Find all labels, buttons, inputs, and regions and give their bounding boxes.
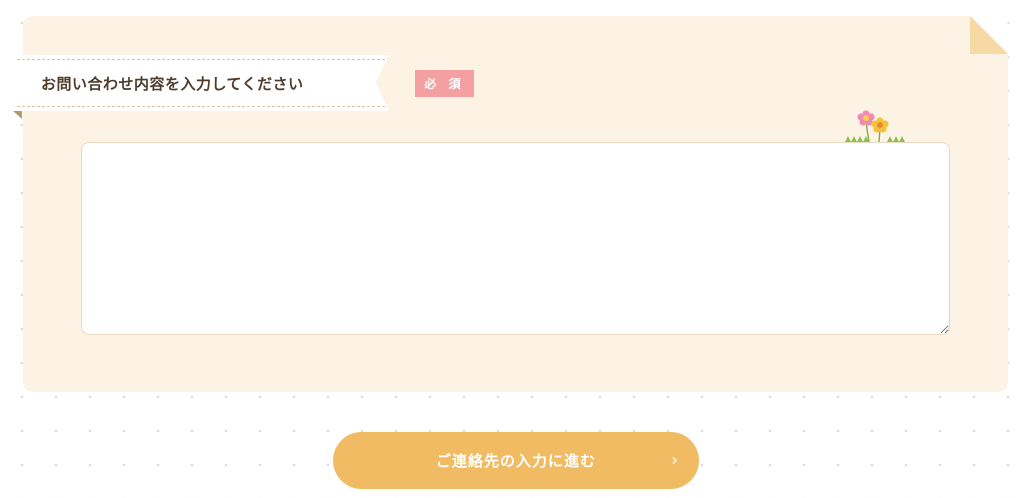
proceed-to-contact-button[interactable]: ご連絡先の入力に進む › xyxy=(333,432,699,489)
proceed-button-label: ご連絡先の入力に進む xyxy=(435,452,596,470)
grass-left xyxy=(845,136,869,142)
page-fold-flap xyxy=(970,16,1008,54)
message-textarea[interactable] xyxy=(81,142,950,335)
message-field-label: お問い合わせ内容を入力してください xyxy=(41,74,304,93)
message-textarea-wrapper xyxy=(81,142,950,335)
ribbon-tail xyxy=(13,111,22,119)
required-badge: 必 須 xyxy=(415,70,474,97)
field-label-ribbon: お問い合わせ内容を入力してください xyxy=(13,55,389,111)
grass-right xyxy=(887,136,905,142)
chevron-right-icon: › xyxy=(671,450,679,471)
yellow-flower xyxy=(871,117,889,133)
flower-decoration-icon xyxy=(845,110,905,143)
